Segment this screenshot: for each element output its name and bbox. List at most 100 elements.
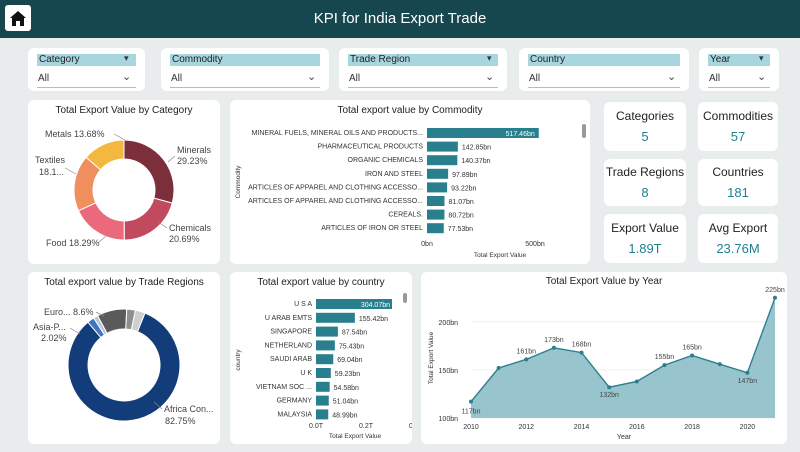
category-tick-label: ORGANIC CHEMICALS <box>348 157 424 164</box>
slicer-country-value: All <box>529 73 541 84</box>
bar <box>427 141 458 152</box>
y-tick-label: 150bn <box>439 368 459 375</box>
x-tick-label: 2012 <box>518 424 534 431</box>
data-label: 117bn <box>462 409 481 416</box>
bar-value-label: 75.43bn <box>339 343 364 350</box>
category-tick-label: MINERAL FUELS, MINERAL OILS AND PRODUCTS… <box>252 130 423 137</box>
slicer-year-value: All <box>709 73 721 84</box>
slicer-category-value: All <box>38 73 50 84</box>
category-tick-label: ARTICLES OF APPAREL AND CLOTHING ACCESSO… <box>248 198 423 205</box>
x-axis-label: Year <box>617 434 632 441</box>
data-label: 225bn <box>765 287 785 294</box>
dropdown-chevron-icon[interactable]: ⌄ <box>485 70 494 83</box>
bar <box>316 409 329 420</box>
data-label: 173bn <box>544 337 564 344</box>
bar <box>316 368 331 378</box>
x-tick-label: 2016 <box>629 424 645 431</box>
slice-label: Chemicals <box>169 223 212 233</box>
bar <box>427 223 444 234</box>
country-bar-card: Total export value by country U S A 304.0… <box>230 272 412 444</box>
y-axis-label: Commodity <box>235 165 242 199</box>
slicer-trade-region[interactable]: Trade Region ▾ All ⌄ <box>339 48 507 91</box>
slicer-underline <box>528 87 680 88</box>
x-axis-label: Total Export Value <box>474 252 527 259</box>
slicer-commodity-value: All <box>171 73 183 84</box>
slicer-trade-region-value: All <box>349 73 361 84</box>
bar-value-label: 140.37bn <box>461 158 490 165</box>
data-label: 168bn <box>572 342 592 349</box>
dropdown-chevron-icon[interactable]: ⌄ <box>667 70 676 83</box>
leader-line <box>69 327 81 335</box>
kpi-label: Trade Regions <box>605 165 685 179</box>
slicer-commodity[interactable]: Commodity All ⌄ <box>161 48 329 91</box>
kpi-label: Countries <box>712 165 764 179</box>
bar-value-label: 80.72bn <box>448 213 473 220</box>
year-area-card: Total Export Value by Year 100bn 150bn 200… <box>421 272 787 444</box>
scrollbar[interactable] <box>403 293 407 303</box>
slice-label: Africa Con... <box>164 404 214 414</box>
country-bar-chart: U S A 304.07bn U ARAB EMTS 155.42bn SINGAPOR… <box>235 299 412 440</box>
bar-value-label: 155.42bn <box>359 316 388 323</box>
slicer-country[interactable]: Country All ⌄ <box>519 48 689 91</box>
slicer-underline <box>37 87 136 88</box>
y-axis-label: Total Export Value <box>428 331 435 384</box>
year-area-chart: 100bn 150bn 200bn 117bn 161bn 173bn 168bn 132bn… <box>428 287 785 441</box>
bar <box>427 209 445 220</box>
data-point <box>634 379 639 384</box>
category-tick-label: SINGAPORE <box>270 329 312 336</box>
slice-label: Asia-P... <box>33 322 66 332</box>
kpi-label: Categories <box>615 109 675 123</box>
bar <box>316 381 330 392</box>
kpi-export-value: Export Value 1.89T <box>604 214 686 263</box>
dropdown-chevron-icon[interactable]: ⌄ <box>307 70 316 83</box>
home-button[interactable] <box>5 5 31 31</box>
bar <box>316 340 335 351</box>
y-tick-label: 200bn <box>439 320 459 327</box>
category-tick-label: MALAYSIA <box>278 411 313 418</box>
bar-value-label: 87.54bn <box>342 330 367 337</box>
kpi-trade-regions: Trade Regions 8 <box>604 159 686 206</box>
x-tick-label: 2014 <box>574 424 590 431</box>
category-tick-label: U K <box>300 370 312 377</box>
dropdown-chevron-icon[interactable]: ⌄ <box>757 70 766 83</box>
slicer-trade-region-label: Trade Region <box>348 54 498 66</box>
bar <box>316 312 355 323</box>
bar <box>316 326 338 337</box>
category-tick-label: PHARMACEUTICAL PRODUCTS <box>317 144 423 151</box>
x-tick-label: 0.2T <box>359 423 374 430</box>
kpi-value: 5 <box>641 129 649 144</box>
kpi-commodities: Commodities 57 <box>698 102 778 151</box>
region-donut-card: Total export value by Trade Regions Afri… <box>28 272 220 444</box>
bar-value-label: 304.07bn <box>361 302 390 309</box>
x-tick-label: 2010 <box>463 424 479 431</box>
y-axis-label: country <box>235 349 242 371</box>
slice-pct-label: 82.75% <box>165 416 196 426</box>
slicer-underline <box>708 87 770 88</box>
slicer-underline <box>348 87 498 88</box>
donut-slice <box>77 202 125 241</box>
scrollbar[interactable] <box>582 124 586 138</box>
kpi-label: Avg Export <box>708 221 768 235</box>
category-tick-label: U S A <box>294 301 312 308</box>
data-label: 155bn <box>655 354 675 361</box>
bar <box>427 182 448 193</box>
kpi-value: 1.89T <box>628 241 662 256</box>
data-point <box>551 345 556 350</box>
slice-label: Euro... 8.6% <box>44 307 94 317</box>
x-axis-label: Total Export Value <box>329 433 382 440</box>
data-point <box>496 366 501 370</box>
kpi-value: 57 <box>730 129 746 144</box>
category-tick-label: IRON AND STEEL <box>365 171 423 178</box>
category-tick-label: ARTICLES OF APPAREL AND CLOTHING ACCESSO… <box>248 184 423 191</box>
bar <box>427 168 449 179</box>
x-tick-label: 2018 <box>684 424 700 431</box>
dropdown-chevron-icon[interactable]: ⌄ <box>122 70 131 83</box>
slicer-category[interactable]: Category ▾ All ⌄ <box>28 48 145 91</box>
bar <box>427 196 445 206</box>
bar <box>316 395 329 406</box>
slicer-year[interactable]: Year ▾ All ⌄ <box>699 48 779 91</box>
category-tick-label: SAUDI ARAB <box>270 356 312 363</box>
data-point <box>745 370 750 375</box>
data-point <box>662 363 667 368</box>
y-tick-label: 100bn <box>439 416 459 423</box>
